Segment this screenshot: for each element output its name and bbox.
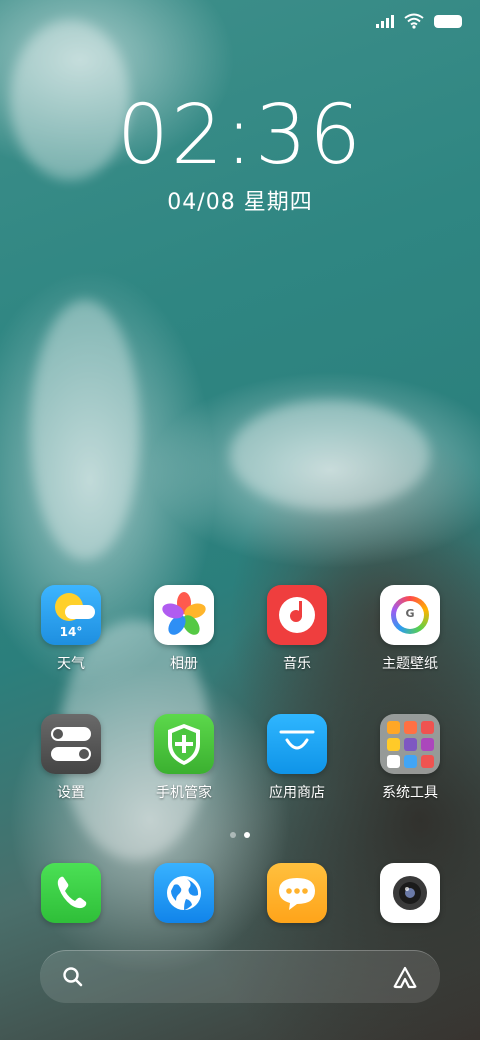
app-security[interactable]: 手机管家 <box>129 714 239 802</box>
dock-browser[interactable] <box>154 863 214 923</box>
app-settings[interactable]: 设置 <box>16 714 126 802</box>
assistant-icon[interactable] <box>392 965 418 989</box>
app-label: 相册 <box>170 656 198 672</box>
security-icon <box>154 714 214 774</box>
wallpaper-foam <box>30 300 140 560</box>
app-themes[interactable]: G 主题壁纸 <box>355 585 465 673</box>
app-label: 音乐 <box>283 656 311 672</box>
page-dot <box>230 832 236 838</box>
app-music[interactable]: 音乐 <box>242 585 352 673</box>
app-gallery[interactable]: 相册 <box>129 585 239 673</box>
battery-icon <box>434 14 462 28</box>
weather-icon: 14° <box>41 585 101 645</box>
dock-messages[interactable] <box>267 863 327 923</box>
signal-icon <box>376 14 394 28</box>
weather-temp: 14° <box>59 625 83 639</box>
dock-phone[interactable] <box>41 863 101 923</box>
app-label: 设置 <box>57 785 85 801</box>
app-label: 手机管家 <box>156 785 212 801</box>
music-icon <box>267 585 327 645</box>
settings-icon <box>41 714 101 774</box>
dock-camera[interactable] <box>380 863 440 923</box>
status-bar <box>376 10 462 32</box>
app-label: 天气 <box>57 656 85 672</box>
app-weather[interactable]: 14° 天气 <box>16 585 126 673</box>
app-label: 系统工具 <box>382 785 438 801</box>
browser-icon <box>167 876 201 910</box>
app-store[interactable]: 应用商店 <box>242 714 352 802</box>
search-bar[interactable] <box>40 950 440 1003</box>
gallery-icon <box>154 585 214 645</box>
system-tools-folder-icon <box>380 714 440 774</box>
app-label: 应用商店 <box>269 785 325 801</box>
lock-time: 02:36 <box>116 88 364 183</box>
app-system-tools-folder[interactable]: 系统工具 <box>355 714 465 802</box>
search-icon <box>63 967 83 987</box>
lock-date: 04/08 星期四 <box>167 190 313 215</box>
themes-icon: G <box>380 585 440 645</box>
phone-icon <box>57 876 87 909</box>
messages-icon <box>279 878 315 910</box>
app-store-icon <box>267 714 327 774</box>
wallpaper-foam <box>230 400 430 510</box>
camera-icon <box>393 876 427 910</box>
page-indicator <box>0 832 480 838</box>
app-label: 主题壁纸 <box>382 656 438 672</box>
wifi-icon <box>404 13 424 29</box>
page-dot-active <box>244 832 250 838</box>
